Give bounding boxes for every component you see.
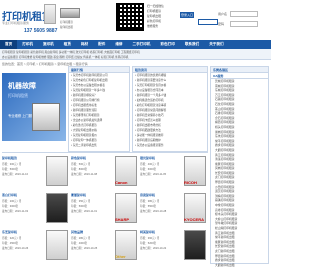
district-panel: 东莞各镇区 OA服务 莞城打印机租赁 南城打印机租赁 东城打印机租赁 万江打印机租赁石… [210,66,269,267]
product-detail: 印量：5000张 [71,205,88,208]
product-detail: 印量：5200张 [140,242,157,245]
printer-label-1: 打印机租赁 [60,21,73,24]
nav-item-about[interactable]: 关于我们 [204,40,228,49]
product-detail: 印量：5000张 [2,168,19,171]
sub-nav: 打印机租赁 复印机租赁 彩色复印机 黑白复印机 多功能一体机 激光打印机 喷墨打… [0,49,271,60]
nav-item-color[interactable]: 彩色打印 [155,40,179,49]
promo-banner[interactable]: 机器故障 打印机租赁 专业维修 上门服务 [2,73,66,141]
product-card[interactable]: 复印机租赁月租：300元 / 月印量：5000张发布日期：2023-11-10 [2,154,70,191]
product-detail: 月租：350元 / 月 [71,200,91,203]
banner-printer-image [32,103,60,131]
product-title[interactable]: 夏普复印机 [71,193,86,197]
product-card[interactable]: 黑白打印机月租：200元 / 月印量：3000张发布日期：2023-11-03 [2,191,70,228]
product-detail: 发布日期：2023-10-25 [71,247,98,250]
product-detail: 发布日期：2023-11-01 [71,210,98,213]
printer-label-2: 复印机出租 [60,26,73,29]
nav-item-copier[interactable]: 复印机 [38,40,59,49]
product-detail: 发布日期：2023-10-22 [140,247,167,250]
brand-logo: KYOCERA [184,217,205,222]
password-label: 密码 [218,22,225,26]
brand-logo: RICOH [184,180,197,185]
product-image[interactable] [46,156,68,186]
product-title[interactable]: 京瓷复印机 [140,193,155,197]
nav-item-rental[interactable]: 租赁 [59,40,76,49]
qr-code-icon [116,3,144,31]
latest-news-panel: 最新行情 • 东莞市打印机复印机租赁公司 • 东莞市彩色打印机复印机出租 • 东莞市… [68,66,130,152]
product-grid: 复印机租赁 月租：300元 / 月印量：5000张 发布日期：2023-11-10 彩… [2,152,208,264]
logo-subtitle: 专业打印机租赁服务 [2,21,30,25]
nav-item-parts[interactable]: 配件 [93,40,110,49]
product-detail: 印量：3000张 [2,205,19,208]
brand-logo: Other [115,254,126,259]
product-detail: 发布日期：2023-11-10 [2,173,29,176]
product-detail: 印量：5500张 [140,205,157,208]
product-card[interactable]: 彩色复印机月租：500元 / 月印量：8000张发布日期：2023-11-08 C… [71,154,139,191]
product-detail: 发布日期：2023-11-05 [140,173,167,176]
news-item-link[interactable]: • 东莞办公设备租赁服务 [133,143,207,148]
banner-subtitle: 打印机租赁 [8,93,28,98]
news-list: • 打印机租赁的优势有哪些 • 复印机租赁需要注意什么 • 东莞打印机租赁包月价格 •… [133,73,207,148]
nav-item-repair[interactable]: 维修 [110,40,127,49]
product-card[interactable]: 其他品牌月租：280元 / 月印量：4000张发布日期：2023-10-25 Ot… [71,228,139,265]
news-list: • 东莞市打印机复印机租赁公司 • 东莞市彩色打印机复印机出租 • 东莞市办公设备出… [69,73,129,148]
product-detail: 月租：200元 / 月 [2,200,22,203]
nav-item-home[interactable]: 首页 [0,40,18,49]
login-button[interactable]: 登录入口 [180,12,194,18]
qr-line: 维修服务 [147,24,159,28]
copier-image [60,8,80,18]
brand-logo: Canon [115,180,128,185]
subnav-row[interactable]: 打印机租赁 复印机租赁 彩色复印机 黑白复印机 多功能一体机 激光打印机 喷墨打… [2,50,140,54]
product-card[interactable]: 柯美复印机月租：360元 / 月印量：5200张发布日期：2023-10-22 [140,228,208,265]
product-detail: 月租：320元 / 月 [2,237,22,240]
product-card[interactable]: 理光复印机月租：400元 / 月印量：6000张发布日期：2023-11-05 R… [140,154,208,191]
product-card[interactable]: 东芝复印机月租：320元 / 月印量：4500张发布日期：2023-10-26 [2,228,70,265]
product-detail: 发布日期：2023-11-03 [2,210,29,213]
product-image[interactable] [46,193,68,223]
product-detail: 月租：300元 / 月 [2,163,22,166]
product-detail: 月租：400元 / 月 [140,163,160,166]
product-title[interactable]: 其他品牌 [71,230,83,234]
search-input[interactable] [198,19,218,25]
nav-item-used[interactable]: 二手打印机 [128,40,156,49]
nav-item-printer[interactable]: 打印机 [17,40,38,49]
password-field[interactable] [230,21,258,27]
product-title[interactable]: 东芝复印机 [2,230,17,234]
product-card[interactable]: 京瓷复印机月租：380元 / 月印量：5500张发布日期：2023-10-28 K… [140,191,208,228]
product-detail: 月租：280元 / 月 [71,237,91,240]
nav-item-supplies[interactable]: 耗材 [76,40,93,49]
news-item-link[interactable]: • 东莞二手复印机出售 [69,143,129,148]
product-detail: 月租：360元 / 月 [140,237,160,240]
product-detail: 印量：6000张 [140,168,157,171]
username-label: 用户名 [218,12,228,16]
nav-item-contact[interactable]: 联系我们 [180,40,204,49]
product-detail: 印量：4000张 [71,242,88,245]
product-title[interactable]: 彩色复印机 [71,156,86,160]
product-title[interactable]: 理光复印机 [140,156,155,160]
site-header: 打印机租赁 专业打印机租赁服务 137 5605 9887 打印机租赁 复印机出… [0,0,271,40]
product-card[interactable]: 夏普复印机月租：350元 / 月印量：5000张发布日期：2023-11-01 S… [71,191,139,228]
printer-image [44,4,56,24]
district-list: 莞城打印机租赁 南城打印机租赁 东城打印机租赁 万江打印机租赁 石碣打印机租赁 石龙打印机… [211,79,268,267]
product-title[interactable]: 复印机租赁 [2,156,17,160]
username-field[interactable] [230,11,258,17]
product-detail: 印量：8000张 [71,168,88,171]
product-detail: 发布日期：2023-11-08 [71,173,98,176]
product-image[interactable] [184,230,206,260]
main-nav: 首页 打印机 复印机 租赁 耗材 配件 维修 二手打印机 彩色打印 联系我们 关… [0,40,271,49]
product-title[interactable]: 黑白打印机 [2,193,17,197]
product-detail: 月租：500元 / 月 [71,163,91,166]
subnav-row[interactable]: 办公设备租赁 打印机维修 复印机维修 硒鼓 墨盒 碳粉 打印纸 扫描仪 传真机 … [2,55,128,59]
product-title[interactable]: 柯美复印机 [140,230,155,234]
brand-logo: SHARP [115,217,130,222]
rental-news-panel: 租赁资讯 • 打印机租赁的优势有哪些 • 复印机租赁需要注意什么 • 东莞打印机租赁… [132,66,208,152]
product-detail: 发布日期：2023-10-28 [140,210,167,213]
product-detail: 月租：380元 / 月 [140,200,160,203]
hotline-number: 137 5605 9887 [24,28,58,34]
product-detail: 印量：4500张 [2,242,19,245]
product-detail: 发布日期：2023-10-26 [2,247,29,250]
banner-title: 机器故障 [8,83,36,90]
product-image[interactable] [46,230,68,260]
